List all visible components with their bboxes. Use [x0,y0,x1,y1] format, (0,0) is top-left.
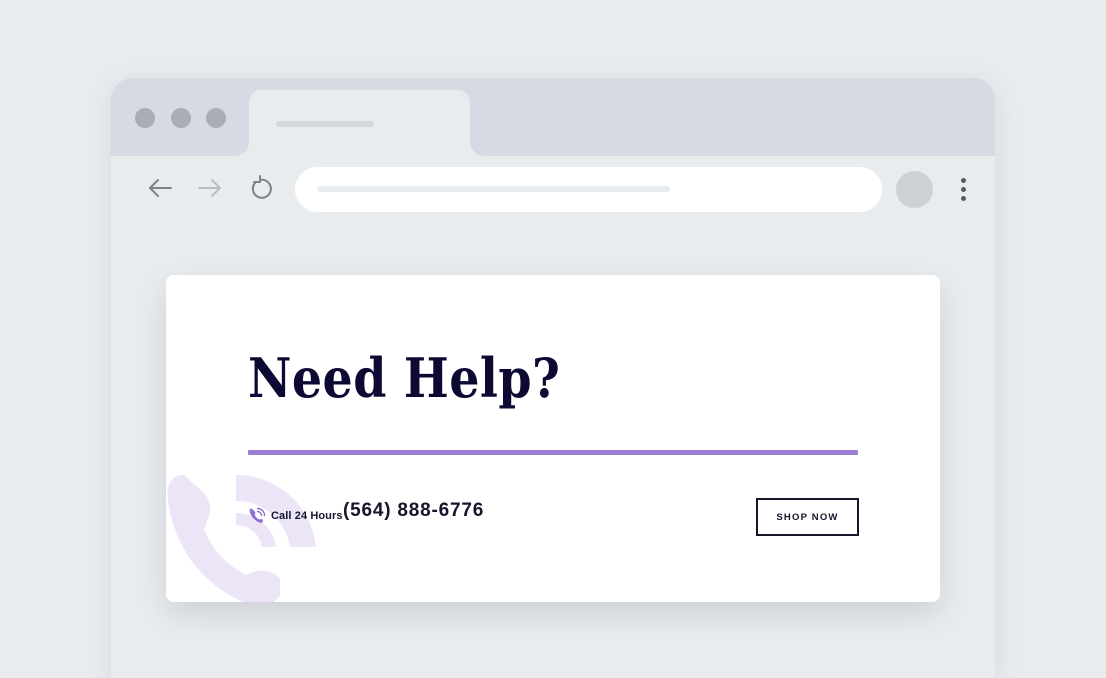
minimize-window-dot[interactable] [171,108,191,128]
shop-now-button[interactable]: SHOP NOW [756,498,859,536]
more-menu-icon[interactable] [956,178,970,202]
browser-window: Need Help? Call 24 Hours (564) 888-6776 … [111,78,995,678]
headline: Need Help? [248,346,561,410]
phone-call-icon [249,507,266,523]
close-window-dot[interactable] [135,108,155,128]
address-bar[interactable] [295,167,882,212]
profile-avatar[interactable] [896,171,933,208]
help-card: Need Help? Call 24 Hours (564) 888-6776 … [166,275,940,602]
forward-arrow-icon[interactable] [196,176,224,200]
accent-divider [248,450,858,455]
reload-icon[interactable] [247,175,275,203]
phone-watermark-icon [167,475,316,602]
back-arrow-icon[interactable] [146,176,174,200]
call-24-hours-label: Call 24 Hours [271,510,343,522]
active-tab[interactable] [235,90,484,156]
url-placeholder [317,186,670,192]
maximize-window-dot[interactable] [206,108,226,128]
phone-number-link[interactable]: (564) 888-6776 [343,500,484,522]
tab-title-placeholder [276,121,374,127]
tab-bar [111,78,995,156]
